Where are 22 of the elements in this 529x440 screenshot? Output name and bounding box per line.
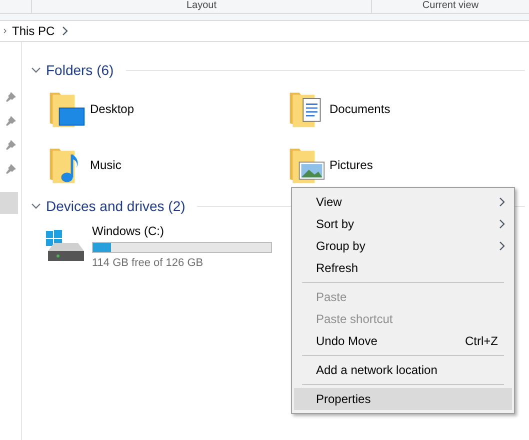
folder-name[interactable]: Desktop xyxy=(90,100,134,118)
breadcrumb-item[interactable]: This PC xyxy=(10,22,57,40)
group-header[interactable]: Folders (6) xyxy=(46,60,114,80)
menu-item[interactable]: Undo Move Ctrl+Z xyxy=(294,330,512,352)
pin-icon[interactable] xyxy=(6,140,16,150)
menu-item[interactable]: Properties xyxy=(294,388,512,410)
pin-icon[interactable] xyxy=(6,116,16,126)
folder-name[interactable]: Documents xyxy=(330,100,390,118)
pin-icon[interactable] xyxy=(6,164,16,174)
ribbon-group-label: Current view xyxy=(422,0,479,13)
menu-item[interactable]: Add a network location xyxy=(294,359,512,381)
pin-icon[interactable] xyxy=(6,92,16,102)
ribbon-group-label: Layout xyxy=(186,0,217,13)
folder-name[interactable]: Music xyxy=(90,156,122,174)
menu-item[interactable]: Group by xyxy=(294,235,512,257)
drive-name[interactable]: Windows (C:) xyxy=(92,222,272,240)
menu-item[interactable]: Sort by xyxy=(294,213,512,235)
group-header[interactable]: Devices and drives (2) xyxy=(46,196,186,216)
menu-item[interactable]: Refresh xyxy=(294,257,512,279)
menu-item[interactable]: View xyxy=(294,191,512,213)
drive-free-space: 114 GB free of 126 GB xyxy=(92,256,204,271)
folder-name[interactable]: Pictures xyxy=(330,156,373,174)
